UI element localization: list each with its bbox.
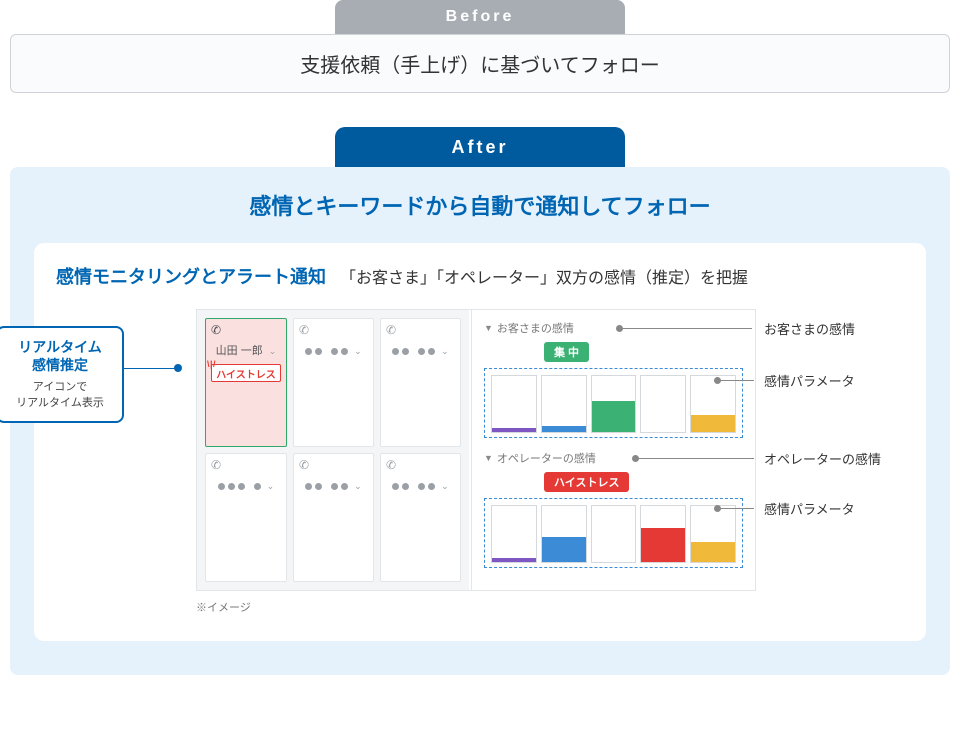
operator-name: 山田 一郎 ⌄ [211,342,281,358]
operator-cell: ✆ ⌄ [380,453,461,582]
before-box: 支援依頼（手上げ）に基づいてフォロー [10,34,950,93]
customer-emotion-bars [484,368,743,438]
emotion-bar [541,375,587,433]
phone-icon: ✆ [299,323,309,337]
emotion-bar [491,375,537,433]
phone-icon: ✆ [386,458,396,472]
callout-line [638,458,754,459]
emotion-bar [690,375,736,433]
emotion-bar [690,505,736,563]
callout-line [124,368,176,369]
emotion-bar [591,505,637,563]
emotion-panel: お客さまの感情 集 中 オペレーターの感情 ハイストレス [471,310,755,590]
panel-lead: 感情モニタリングとアラート通知 [56,263,326,289]
emotion-bar [591,375,637,433]
callout-customer-emotion: お客さまの感情 [764,319,855,338]
callout-line [720,380,754,381]
callout-line [622,328,752,329]
panel-sub: 「お客さま」「オペレーター」双方の感情（推定）を把握 [340,264,748,288]
emotion-bar [491,505,537,563]
operator-cell-active: ✆ 山田 一郎 ⌄ \ | / ハイストレス [205,318,287,447]
emotion-bar [640,375,686,433]
phone-icon: ✆ [211,458,221,472]
before-text: 支援依頼（手上げ）に基づいてフォロー [300,55,659,77]
operator-cell: ✆ ⌄ [293,453,374,582]
alert-spark-icon: \ | / [207,359,215,369]
viz-container: ✆ 山田 一郎 ⌄ \ | / ハイストレス ✆ ⌄ ✆ [196,309,756,591]
panel: 感情モニタリングとアラート通知 「お客さま」「オペレーター」双方の感情（推定）を… [34,243,926,641]
operator-cell: ✆ ⌄ [205,453,287,582]
emotion-bar [541,505,587,563]
callout-line [720,508,754,509]
image-note: ※イメージ [196,599,904,615]
operator-emotion-pill: ハイストレス [544,472,629,492]
operator-emotion-bars [484,498,743,568]
after-tab: After [335,127,625,167]
callout-operator-params: 感情パラメータ [764,499,855,518]
after-box: 感情とキーワードから自動で通知してフォロー 感情モニタリングとアラート通知 「お… [10,167,950,675]
callout-realtime: リアルタイム感情推定 アイコンでリアルタイム表示 [0,326,124,423]
operator-cell: ✆ ⌄ [293,318,374,447]
callout-dot [174,364,182,372]
before-tab: Before [335,0,625,34]
customer-emotion-pill: 集 中 [544,342,589,362]
high-stress-badge: \ | / ハイストレス [211,364,281,382]
operator-cell: ✆ ⌄ [380,318,461,447]
phone-icon: ✆ [211,323,221,337]
operator-grid: ✆ 山田 一郎 ⌄ \ | / ハイストレス ✆ ⌄ ✆ [197,310,469,590]
emotion-bar [640,505,686,563]
after-title: 感情とキーワードから自動で通知してフォロー [34,189,926,221]
callout-operator-emotion: オペレーターの感情 [764,449,881,468]
phone-icon: ✆ [299,458,309,472]
callout-customer-params: 感情パラメータ [764,371,855,390]
phone-icon: ✆ [386,323,396,337]
